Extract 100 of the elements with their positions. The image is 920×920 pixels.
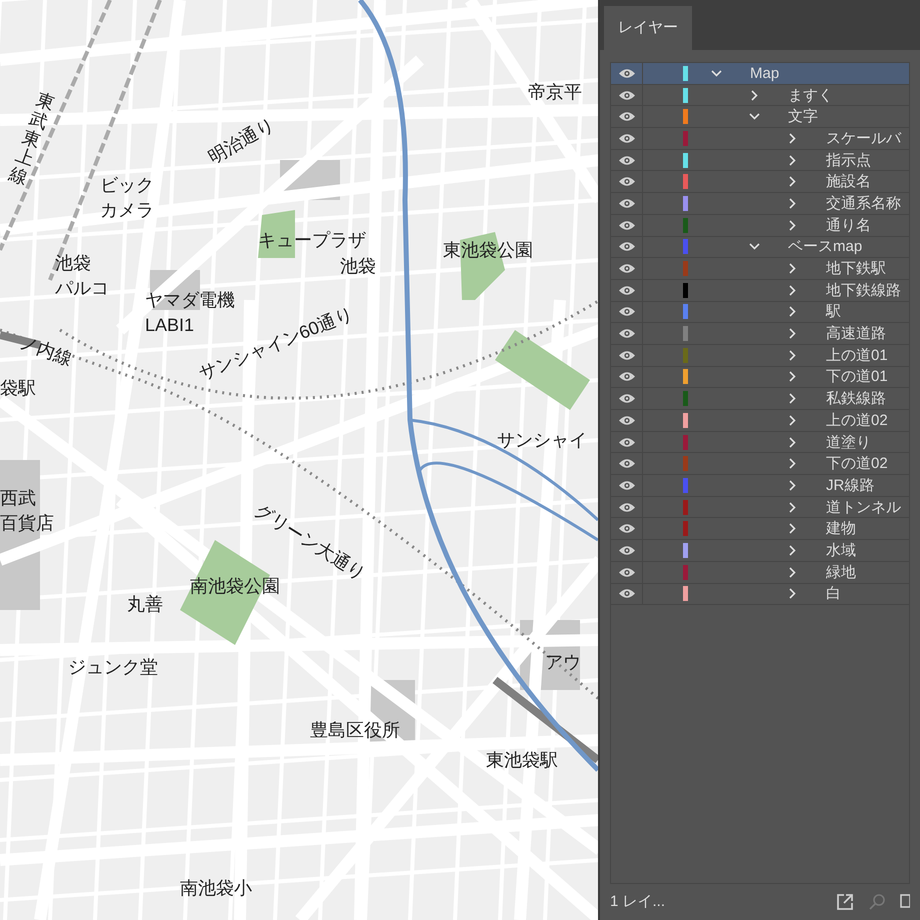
layer-row[interactable]: ますく	[611, 84, 909, 106]
chevron-right-icon[interactable]	[788, 393, 796, 404]
map-label: カメラ	[100, 200, 154, 222]
eye-icon[interactable]	[618, 566, 636, 578]
layer-row[interactable]: 施設名	[611, 171, 909, 194]
layer-row[interactable]: 指示点	[611, 150, 909, 172]
layer-row[interactable]: 地下鉄駅	[611, 258, 909, 280]
layer-name: Map	[750, 66, 780, 81]
layer-name: 文字	[788, 109, 818, 124]
layer-name: 建物	[826, 521, 856, 536]
eye-icon[interactable]	[618, 284, 636, 296]
chevron-right-icon[interactable]	[788, 566, 796, 578]
eye-icon[interactable]	[618, 480, 636, 491]
chevron-right-icon[interactable]	[788, 588, 796, 600]
panel-icon[interactable]	[900, 893, 910, 911]
chevron-right-icon[interactable]	[788, 502, 796, 513]
layer-row[interactable]: ベースmap	[611, 236, 909, 258]
map-label: 南池袋小	[180, 878, 252, 900]
chevron-right-icon[interactable]	[788, 306, 796, 318]
eye-icon[interactable]	[618, 414, 636, 426]
layer-row[interactable]: 建物	[611, 518, 909, 540]
chevron-right-icon[interactable]	[788, 458, 796, 470]
layer-row[interactable]: JR線路	[611, 475, 909, 497]
layer-row[interactable]: 私鉄線路	[611, 388, 909, 410]
layer-name: 高速道路	[826, 326, 886, 342]
eye-icon[interactable]	[618, 176, 636, 188]
layers-tab[interactable]: レイヤー	[604, 6, 692, 50]
layer-row[interactable]: 上の道01	[611, 344, 909, 367]
layer-row[interactable]: 高速道路	[611, 323, 909, 345]
eye-icon[interactable]	[618, 588, 636, 600]
chevron-right-icon[interactable]	[788, 414, 796, 426]
eye-icon[interactable]	[618, 68, 636, 79]
layer-row[interactable]: 文字	[611, 106, 909, 128]
chevron-right-icon[interactable]	[788, 436, 796, 448]
chevron-right-icon[interactable]	[750, 90, 758, 101]
eye-icon[interactable]	[618, 458, 636, 470]
layer-row[interactable]: 白	[611, 584, 909, 606]
layer-name: 地下鉄駅	[826, 261, 886, 276]
layer-row[interactable]: 地下鉄線路	[611, 280, 909, 302]
layer-row[interactable]: 緑地	[611, 562, 909, 584]
chevron-down-icon[interactable]	[748, 243, 760, 250]
eye-icon[interactable]	[618, 393, 636, 404]
layer-row[interactable]: 水域	[611, 540, 909, 562]
eye-icon[interactable]	[618, 544, 636, 556]
layer-name: 道塗り	[826, 434, 871, 450]
eye-icon[interactable]	[618, 371, 636, 382]
chevron-right-icon[interactable]	[788, 154, 796, 166]
map-label: 池袋	[55, 253, 91, 275]
chevron-right-icon[interactable]	[788, 328, 796, 340]
map-label: サンシャイ	[497, 430, 587, 452]
eye-icon[interactable]	[618, 350, 636, 361]
eye-icon[interactable]	[618, 198, 636, 209]
eye-icon[interactable]	[618, 502, 636, 513]
chevron-right-icon[interactable]	[788, 480, 796, 491]
map-label: キュープラザ	[258, 230, 366, 252]
eye-icon[interactable]	[618, 436, 636, 448]
layer-row[interactable]: 下の道02	[611, 453, 909, 476]
eye-icon[interactable]	[618, 263, 636, 274]
layer-name: 指示点	[826, 152, 871, 168]
layer-row[interactable]: 駅	[611, 302, 909, 324]
eye-icon[interactable]	[618, 90, 636, 101]
layer-row[interactable]: 道トンネル	[611, 496, 909, 518]
map-label: 豊島区役所	[310, 720, 400, 742]
chevron-right-icon[interactable]	[788, 284, 796, 296]
chevron-right-icon[interactable]	[788, 263, 796, 274]
layer-row[interactable]: 交通系名称	[611, 193, 909, 215]
chevron-right-icon[interactable]	[788, 371, 796, 382]
layer-row[interactable]: 下の道01	[611, 366, 909, 388]
eye-icon[interactable]	[618, 220, 636, 231]
chevron-right-icon[interactable]	[788, 350, 796, 361]
layer-row[interactable]: Map	[611, 63, 909, 85]
eye-icon[interactable]	[618, 132, 636, 144]
layer-name: 私鉄線路	[826, 391, 886, 406]
map-label: アウ	[545, 652, 581, 674]
layer-row[interactable]: 通り名	[611, 214, 909, 236]
layer-name: 白	[826, 586, 841, 602]
eye-icon[interactable]	[618, 328, 636, 340]
chevron-right-icon[interactable]	[788, 176, 796, 188]
eye-icon[interactable]	[618, 306, 636, 318]
eye-icon[interactable]	[618, 523, 636, 534]
chevron-down-icon[interactable]	[748, 113, 760, 120]
map-label: 南池袋公園	[190, 576, 280, 598]
layer-name: 緑地	[826, 564, 856, 580]
map-label: LABI1	[145, 315, 194, 337]
layer-row[interactable]: 道塗り	[611, 432, 909, 454]
chevron-right-icon[interactable]	[788, 523, 796, 534]
map-label: ジュンク堂	[68, 657, 158, 679]
chevron-right-icon[interactable]	[788, 132, 796, 144]
chevron-right-icon[interactable]	[788, 544, 796, 556]
map-label: 丸善	[127, 594, 163, 616]
map-label: 東武東上線	[6, 90, 57, 190]
layer-row[interactable]: スケールバ	[611, 128, 909, 150]
eye-icon[interactable]	[618, 154, 636, 166]
eye-icon[interactable]	[618, 111, 636, 122]
layer-row[interactable]: 上の道02	[611, 410, 909, 432]
export-icon[interactable]	[836, 893, 854, 911]
chevron-right-icon[interactable]	[788, 198, 796, 209]
chevron-right-icon[interactable]	[788, 220, 796, 231]
eye-icon[interactable]	[618, 241, 636, 252]
chevron-down-icon[interactable]	[710, 70, 722, 77]
